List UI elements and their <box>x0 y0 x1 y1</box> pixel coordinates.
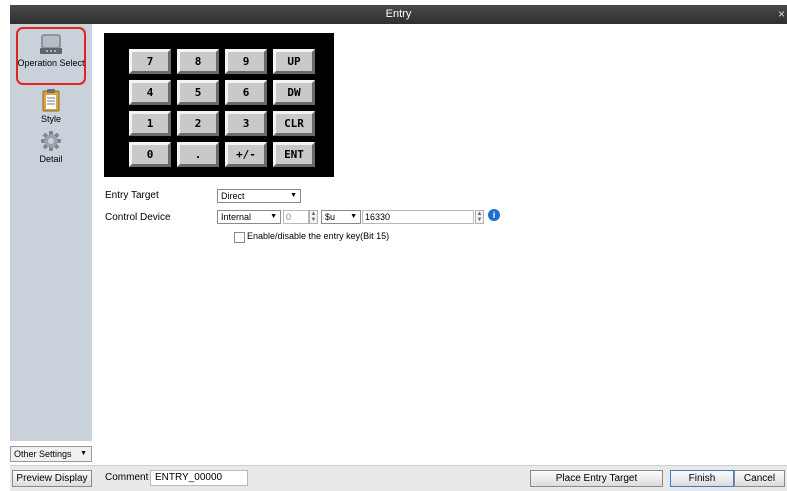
key-2: 2 <box>177 111 219 136</box>
chevron-down-icon: ▼ <box>290 192 297 199</box>
sidebar: Operation Select Style Detail <box>10 24 93 441</box>
key-7: 7 <box>129 49 171 74</box>
key-3: 3 <box>225 111 267 136</box>
device-address-value: 16330 <box>365 212 391 222</box>
key-8: 8 <box>177 49 219 74</box>
key-4: 4 <box>129 80 171 105</box>
device-index-value: 0 <box>286 212 292 222</box>
footer-bar: Preview Display Comment ENTRY_00000 Plac… <box>10 465 787 491</box>
comment-label: Comment <box>105 472 149 483</box>
key-plus-minus: +/- <box>225 142 267 167</box>
chevron-down-icon: ▼ <box>350 213 357 220</box>
control-device-label: Control Device <box>105 212 171 223</box>
title-bar: Entry × <box>10 5 787 24</box>
cancel-button[interactable]: Cancel <box>734 470 785 487</box>
operation-select-icon <box>40 34 62 54</box>
sidebar-item-label: Operation Select <box>17 58 85 68</box>
device-index-stepper[interactable]: ▲ ▼ <box>309 210 318 224</box>
chevron-down-icon: ▼ <box>80 450 87 457</box>
key-6: 6 <box>225 80 267 105</box>
close-icon[interactable]: × <box>778 7 785 21</box>
key-5: 5 <box>177 80 219 105</box>
other-settings-label: Other Settings <box>14 449 72 459</box>
window-title: Entry <box>385 8 412 20</box>
comment-value: ENTRY_00000 <box>155 472 223 483</box>
key-dw: DW <box>273 80 315 105</box>
enable-entry-key-checkbox[interactable] <box>234 232 245 243</box>
key-up: UP <box>273 49 315 74</box>
finish-button[interactable]: Finish <box>670 470 734 487</box>
key-1: 1 <box>129 111 171 136</box>
keypad-preview: 7 8 9 UP 4 5 6 DW 1 2 3 CLR 0 . +/- ENT <box>104 33 334 177</box>
device-type-value: Internal <box>221 212 252 222</box>
device-prefix-value: $u <box>325 212 336 222</box>
sidebar-item-label: Style <box>40 114 61 124</box>
device-prefix-dropdown[interactable]: $u ▼ <box>321 210 361 224</box>
device-address-stepper[interactable]: ▲ ▼ <box>475 210 484 224</box>
place-entry-target-button[interactable]: Place Entry Target <box>530 470 663 487</box>
enable-entry-key-label: Enable/disable the entry key(Bit 15) <box>247 231 390 241</box>
key-clr: CLR <box>273 111 315 136</box>
style-icon <box>42 89 60 112</box>
sidebar-item-operation-select[interactable]: Operation Select <box>10 32 92 68</box>
sidebar-item-detail[interactable]: Detail <box>10 130 92 164</box>
detail-icon <box>41 131 61 151</box>
device-type-dropdown[interactable]: Internal ▼ <box>217 210 281 224</box>
sidebar-item-style[interactable]: Style <box>10 88 92 124</box>
sidebar-item-label: Detail <box>39 154 63 164</box>
chevron-down-icon: ▼ <box>270 213 277 220</box>
other-settings-dropdown[interactable]: Other Settings ▼ <box>10 446 92 462</box>
entry-target-dropdown[interactable]: Direct ▼ <box>217 189 301 203</box>
key-dot: . <box>177 142 219 167</box>
info-icon[interactable]: i <box>488 209 500 221</box>
device-address-input[interactable]: 16330 <box>362 210 474 224</box>
entry-target-value: Direct <box>221 191 245 201</box>
key-0: 0 <box>129 142 171 167</box>
preview-display-button[interactable]: Preview Display <box>12 470 92 487</box>
key-ent: ENT <box>273 142 315 167</box>
key-9: 9 <box>225 49 267 74</box>
device-index-input[interactable]: 0 <box>283 210 309 224</box>
entry-target-label: Entry Target <box>105 190 159 201</box>
comment-input[interactable]: ENTRY_00000 <box>150 470 248 486</box>
